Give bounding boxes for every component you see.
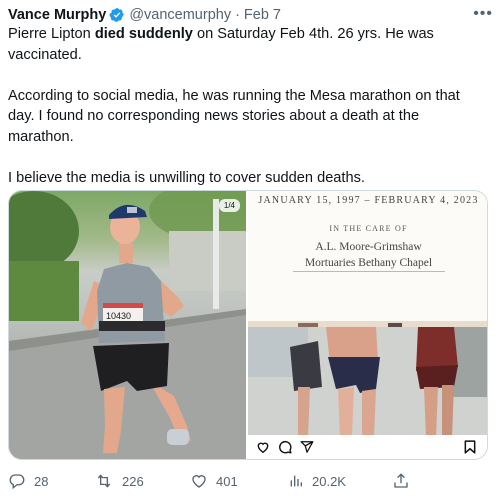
author-handle[interactable]: @vancemurphy [129, 7, 231, 23]
divider-line [292, 271, 445, 272]
funeral-home-line-2: Mortuaries Bethany Chapel [304, 257, 433, 269]
media-grid: 10430 1/4 JANUARY 15, 1997 – FEBRUARY 4,… [8, 190, 488, 460]
runner-illustration: 10430 [9, 191, 246, 459]
views-count: 20.2K [312, 473, 346, 489]
like-button[interactable]: 401 [190, 472, 238, 490]
share-button[interactable] [392, 472, 410, 490]
views-chart-icon [290, 475, 302, 487]
separator-dot: · [235, 7, 240, 23]
tweet-header: Vance Murphy @vancemurphy · Feb 7 ••• [8, 5, 495, 25]
author-name[interactable]: Vance Murphy [8, 7, 106, 23]
reply-count: 28 [34, 473, 49, 489]
text-segment: Pierre Lipton [8, 26, 95, 42]
verified-badge-icon [109, 8, 125, 22]
more-icon[interactable]: ••• [473, 5, 493, 23]
marathon-photo[interactable] [248, 327, 487, 459]
like-count: 401 [216, 473, 238, 489]
bib-number: 10430 [106, 311, 131, 321]
share-upload-icon [394, 473, 408, 488]
reply-button[interactable]: 28 [8, 472, 48, 490]
reply-icon [9, 474, 25, 490]
tweet-paragraph-1: Pierre Lipton died suddenly on Saturday … [8, 24, 478, 65]
share-icon[interactable] [300, 440, 314, 454]
tweet-text: Pierre Lipton died suddenly on Saturday … [8, 24, 478, 188]
obituary-photo[interactable]: JANUARY 15, 1997 – FEBRUARY 4, 2023 IN T… [248, 191, 487, 327]
tweet-paragraph-2: According to social media, he was runnin… [8, 87, 460, 145]
funeral-home-line-1: A.L. Moore-Grimshaw [315, 241, 422, 253]
retweet-button[interactable]: 226 [94, 472, 144, 490]
runner-photo[interactable]: 10430 1/4 [9, 191, 246, 459]
tweet-actions: 28 226 401 20.2K [8, 472, 488, 494]
tweet-paragraph-3: I believe the media is unwilling to cove… [8, 169, 365, 186]
memorial-care-label: IN THE CARE OF [329, 224, 408, 233]
tweet-date[interactable]: Feb 7 [244, 7, 281, 23]
funeral-home-name: A.L. Moore-Grimshaw Mortuaries Bethany C… [248, 239, 487, 272]
memorial-dates: JANUARY 15, 1997 – FEBRUARY 4, 2023 [258, 195, 479, 206]
retweet-icon [97, 474, 111, 488]
views-button[interactable]: 20.2K [288, 472, 346, 490]
instagram-action-bar [248, 435, 487, 459]
text-bold-segment: died suddenly [94, 26, 193, 42]
heart-icon[interactable] [256, 440, 270, 454]
bookmark-icon[interactable] [464, 440, 476, 454]
marathon-runners-illustration [248, 327, 487, 437]
heart-icon [192, 475, 206, 488]
photo-strip-decoration [248, 321, 487, 327]
image-counter: 1/4 [218, 199, 240, 212]
retweet-count: 226 [122, 473, 144, 489]
comment-icon[interactable] [278, 440, 292, 454]
